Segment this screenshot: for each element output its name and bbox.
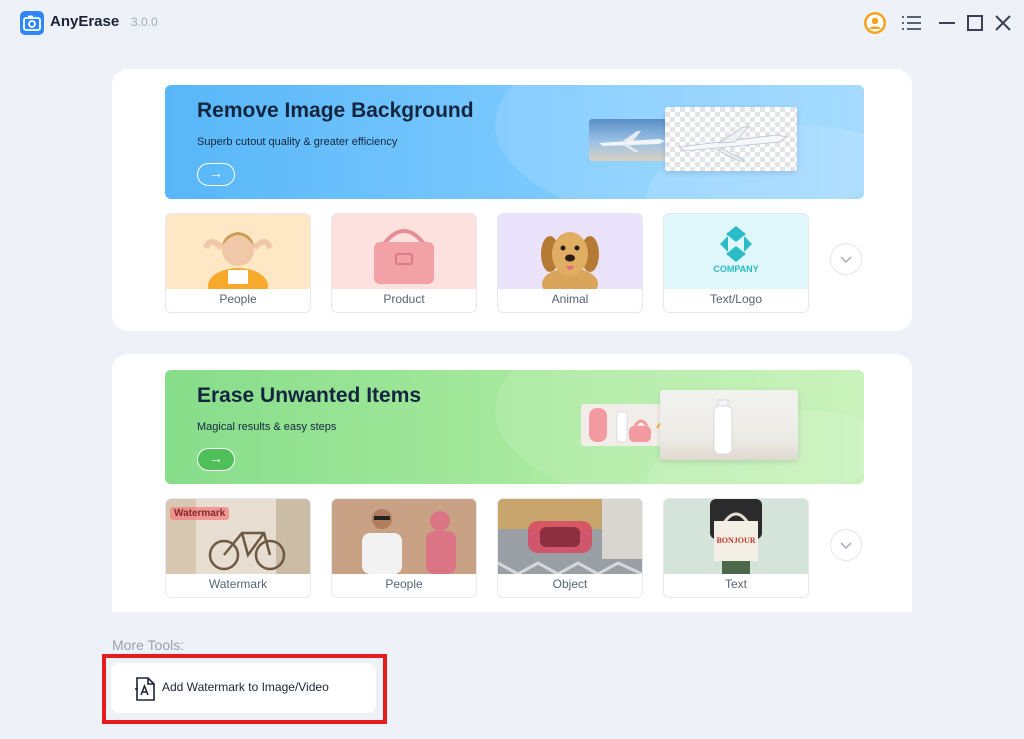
category-text[interactable]: BONJOUR Text <box>663 498 809 598</box>
category-label: Object <box>552 577 588 591</box>
people-thumbnail <box>166 214 310 304</box>
remove-background-categories: People Product Animal COMPANY Text/Logo <box>165 213 809 313</box>
erase-people-thumbnail <box>332 499 476 574</box>
user-avatar-icon[interactable] <box>863 11 887 35</box>
logo-thumbnail: COMPANY <box>664 214 808 289</box>
erase-items-start-button[interactable]: → <box>197 448 235 471</box>
erase-items-categories: Watermark Watermark People Object BONJOU… <box>165 498 809 598</box>
category-label: People <box>219 292 257 306</box>
app-logo-icon <box>20 11 44 35</box>
banner-title: Erase Unwanted Items <box>197 384 422 407</box>
remove-background-card: Remove Image Background Superb cutout qu… <box>112 69 912 331</box>
category-label: Text/Logo <box>709 292 763 306</box>
animal-thumbnail <box>498 214 642 300</box>
highlight-box <box>102 654 387 724</box>
company-logo-text: COMPANY <box>713 264 759 274</box>
app-name: AnyErase <box>50 13 120 30</box>
category-label: People <box>385 577 423 591</box>
banner-subtitle: Magical results & easy steps <box>197 421 337 433</box>
expand-categories-button[interactable] <box>830 243 862 275</box>
chevron-down-icon <box>840 542 852 550</box>
airplane-photo <box>589 119 673 161</box>
remove-background-banner[interactable]: Remove Image Background Superb cutout qu… <box>165 85 864 199</box>
category-label: Text <box>724 577 747 591</box>
category-animal[interactable]: Animal <box>497 213 643 313</box>
banner-subtitle: Superb cutout quality & greater efficien… <box>197 136 398 148</box>
object-thumbnail <box>498 499 642 576</box>
clean-product-preview <box>660 390 798 460</box>
bag-text: BONJOUR <box>716 536 756 545</box>
text-thumbnail: BONJOUR <box>664 499 808 574</box>
remove-background-start-button[interactable]: → <box>197 163 235 186</box>
expand-categories-button[interactable] <box>830 529 862 561</box>
category-label: Animal <box>551 292 589 306</box>
category-object[interactable]: Object <box>497 498 643 598</box>
watermark-thumbnail: Watermark <box>166 499 310 574</box>
watermark-tag: Watermark <box>170 507 230 520</box>
category-label: Watermark <box>208 577 268 591</box>
erase-items-banner[interactable]: Erase Unwanted Items Magical results & e… <box>165 370 864 484</box>
menu-icon[interactable] <box>900 11 924 35</box>
category-text-logo[interactable]: COMPANY Text/Logo <box>663 213 809 313</box>
category-product[interactable]: Product <box>331 213 477 313</box>
transparent-cutout-preview <box>665 107 797 171</box>
close-icon[interactable] <box>991 11 1015 35</box>
erase-items-card: Erase Unwanted Items Magical results & e… <box>112 354 912 612</box>
chevron-down-icon <box>840 256 852 264</box>
category-label: Product <box>383 292 425 306</box>
more-tools-heading: More Tools: <box>112 637 185 653</box>
title-bar: AnyErase 3.0.0 <box>0 0 1024 44</box>
category-erase-people[interactable]: People <box>331 498 477 598</box>
product-thumbnail <box>332 214 476 289</box>
minimize-icon[interactable] <box>935 11 959 35</box>
category-people[interactable]: People <box>165 213 311 313</box>
app-version: 3.0.0 <box>131 15 158 29</box>
category-watermark[interactable]: Watermark Watermark <box>165 498 311 598</box>
maximize-icon[interactable] <box>963 11 987 35</box>
banner-title: Remove Image Background <box>197 99 474 122</box>
